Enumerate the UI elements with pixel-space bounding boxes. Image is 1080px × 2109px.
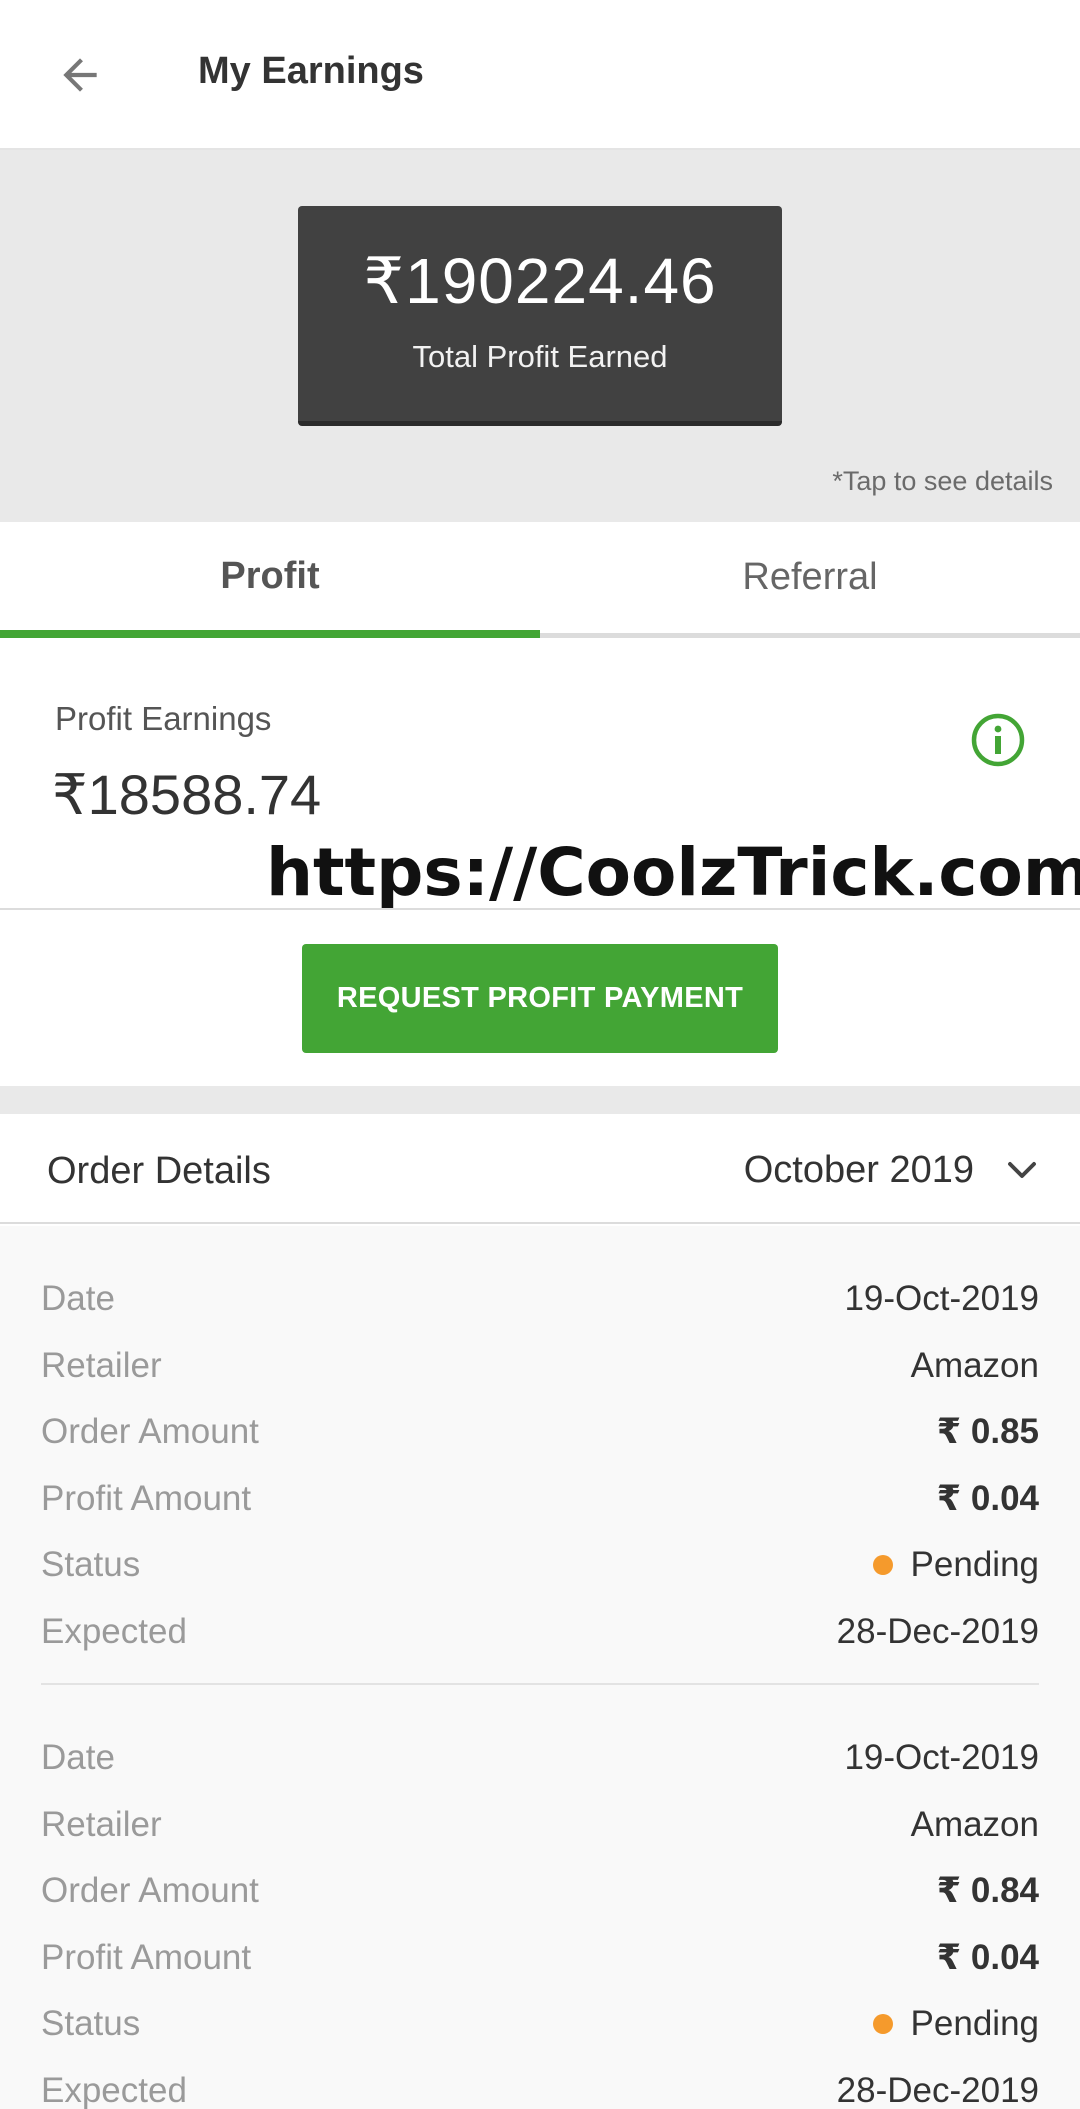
month-dropdown[interactable]: October 2019 bbox=[744, 1142, 1040, 1198]
section-separator bbox=[0, 1086, 1080, 1114]
info-button[interactable] bbox=[968, 710, 1028, 770]
order-row-date: Date 19-Oct-2019 bbox=[41, 1266, 1039, 1333]
order-row-date: Date 19-Oct-2019 bbox=[41, 1725, 1039, 1792]
order-row-status: Status Pending bbox=[41, 1991, 1039, 2058]
tap-hint: *Tap to see details bbox=[832, 466, 1053, 496]
chevron-down-icon bbox=[1008, 1162, 1036, 1178]
status-dot-icon bbox=[872, 2014, 893, 2035]
arrow-left-icon bbox=[63, 58, 97, 92]
order-item: Date 19-Oct-2019 Retailer Amazon Order A… bbox=[41, 1685, 1039, 2109]
status-badge: Pending bbox=[872, 1545, 1039, 1585]
order-status: Pending bbox=[910, 1545, 1039, 1585]
tab-bar: Profit Referral bbox=[0, 522, 1080, 638]
profit-amount: ₹ 0.04 bbox=[936, 1478, 1039, 1518]
status-dot-icon bbox=[872, 1555, 893, 1576]
order-date: 19-Oct-2019 bbox=[844, 1279, 1039, 1319]
request-profit-payment-button[interactable]: REQUEST PROFIT PAYMENT bbox=[302, 944, 778, 1053]
app-bar: My Earnings bbox=[0, 0, 1080, 150]
order-item: Date 19-Oct-2019 Retailer Amazon Order A… bbox=[41, 1226, 1039, 1685]
order-row-expected: Expected 28-Dec-2019 bbox=[41, 2058, 1039, 2109]
tab-profit[interactable]: Profit bbox=[0, 522, 540, 638]
row-label: Order Amount bbox=[41, 1871, 259, 1911]
order-row-expected: Expected 28-Dec-2019 bbox=[41, 1599, 1039, 1666]
order-row-retailer: Retailer Amazon bbox=[41, 1792, 1039, 1859]
row-label: Order Amount bbox=[41, 1412, 259, 1452]
row-label: Status bbox=[41, 2004, 141, 2044]
month-value: October 2019 bbox=[743, 1148, 974, 1191]
total-profit-amount: ₹190224.46 bbox=[363, 245, 717, 317]
orders-list: Date 19-Oct-2019 Retailer Amazon Order A… bbox=[0, 1226, 1080, 2109]
order-row-profit-amount: Profit Amount ₹ 0.04 bbox=[41, 1925, 1039, 1992]
order-status: Pending bbox=[910, 2004, 1039, 2044]
row-label: Profit Amount bbox=[41, 1478, 252, 1518]
order-row-status: Status Pending bbox=[41, 1532, 1039, 1599]
divider bbox=[0, 908, 1080, 910]
order-retailer: Amazon bbox=[910, 1804, 1039, 1844]
row-label: Status bbox=[41, 1545, 141, 1585]
profit-earnings-amount: ₹18588.74 bbox=[52, 763, 322, 826]
order-details-header: Order Details October 2019 bbox=[0, 1114, 1080, 1224]
order-row-order-amount: Order Amount ₹ 0.84 bbox=[41, 1858, 1039, 1925]
order-row-retailer: Retailer Amazon bbox=[41, 1333, 1039, 1400]
tab-referral[interactable]: Referral bbox=[540, 522, 1080, 638]
order-row-order-amount: Order Amount ₹ 0.85 bbox=[41, 1399, 1039, 1466]
watermark-text: https://CoolzTrick.com bbox=[266, 834, 1080, 911]
back-button[interactable] bbox=[40, 35, 120, 115]
status-badge: Pending bbox=[872, 2004, 1039, 2044]
row-label: Profit Amount bbox=[41, 1937, 252, 1977]
row-label: Date bbox=[41, 1738, 115, 1778]
total-profit-label: Total Profit Earned bbox=[412, 339, 668, 374]
order-retailer: Amazon bbox=[910, 1345, 1039, 1385]
profit-amount: ₹ 0.04 bbox=[936, 1937, 1039, 1977]
total-profit-card[interactable]: ₹190224.46 Total Profit Earned bbox=[298, 206, 782, 426]
row-label: Retailer bbox=[41, 1345, 162, 1385]
order-details-title: Order Details bbox=[47, 1150, 271, 1192]
order-row-profit-amount: Profit Amount ₹ 0.04 bbox=[41, 1466, 1039, 1533]
order-amount: ₹ 0.85 bbox=[936, 1412, 1039, 1452]
expected-date: 28-Dec-2019 bbox=[836, 2070, 1039, 2109]
row-label: Date bbox=[41, 1279, 115, 1319]
page-title: My Earnings bbox=[198, 50, 424, 92]
order-amount: ₹ 0.84 bbox=[936, 1871, 1039, 1911]
row-label: Expected bbox=[41, 1611, 187, 1651]
earnings-summary: ₹190224.46 Total Profit Earned *Tap to s… bbox=[0, 150, 1080, 522]
row-label: Expected bbox=[41, 2070, 187, 2109]
order-date: 19-Oct-2019 bbox=[844, 1738, 1039, 1778]
profit-earnings-label: Profit Earnings bbox=[55, 700, 272, 737]
info-icon bbox=[971, 713, 1025, 767]
expected-date: 28-Dec-2019 bbox=[836, 1611, 1039, 1651]
row-label: Retailer bbox=[41, 1804, 162, 1844]
